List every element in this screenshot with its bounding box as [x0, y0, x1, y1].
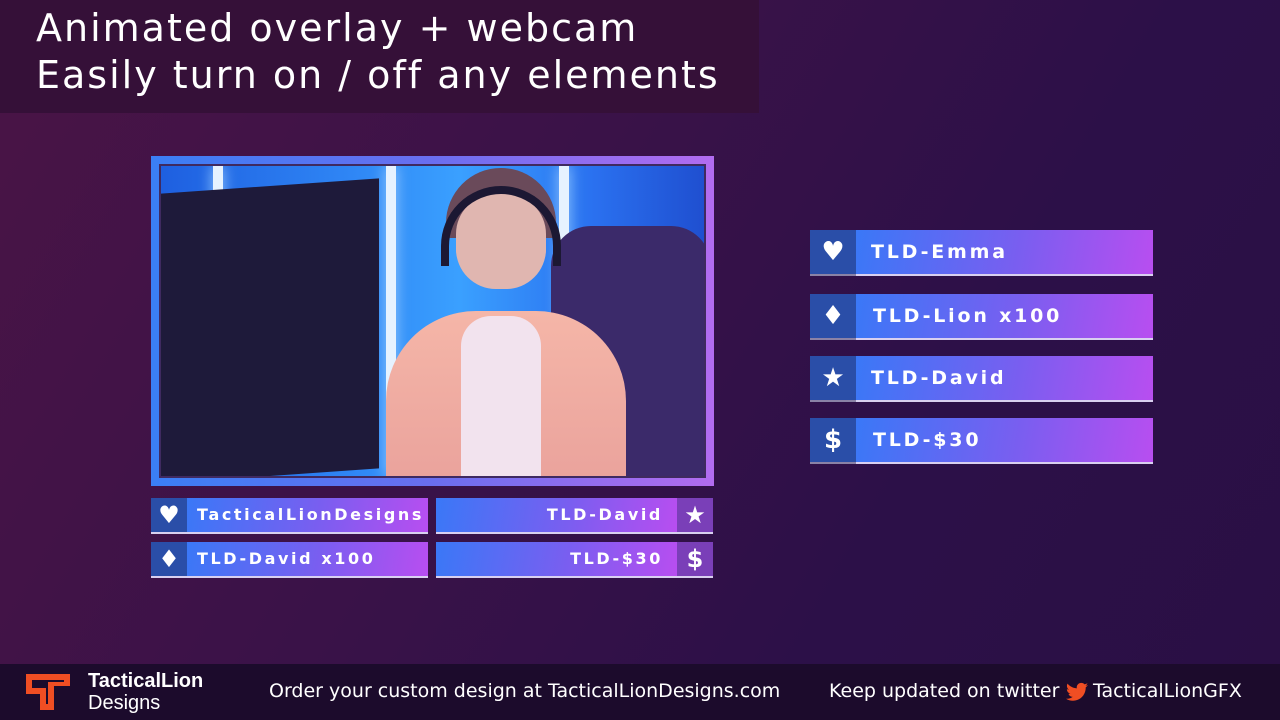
headline-line-2: Easily turn on / off any elements — [36, 53, 720, 97]
headline-banner: Animated overlay + webcam Easily turn on… — [0, 0, 759, 113]
alert-follower: ♥ TLD-Emma — [810, 230, 1153, 276]
alert-subscriber: ★ TLD-David — [810, 356, 1153, 402]
alert-label: TLD-David — [871, 367, 1007, 389]
webcam-frame — [151, 156, 714, 486]
headline-line-1: Animated overlay + webcam — [36, 6, 639, 50]
heart-icon: ♥ — [810, 230, 856, 274]
webcam-border — [159, 164, 706, 478]
alert-underline — [810, 274, 1153, 276]
alert-underline — [810, 338, 1153, 340]
star-icon: ★ — [677, 498, 713, 532]
bar-label: TLD-$30 — [570, 549, 663, 568]
webcam-image — [161, 166, 704, 476]
diamond-icon: ♦ — [151, 542, 187, 576]
bar-underline — [151, 576, 428, 578]
webcam-bar-donation: $ TLD-$30 — [436, 542, 713, 578]
alert-donation: $ TLD-$30 — [810, 418, 1153, 464]
twitter-icon — [1066, 682, 1088, 701]
webcam-bar-follower: ♥ TacticalLionDesigns — [151, 498, 428, 534]
star-icon: ★ — [810, 356, 856, 400]
bar-label: TLD-David — [546, 505, 663, 524]
heart-icon: ♥ — [151, 498, 187, 532]
bar-underline — [436, 532, 713, 534]
dollar-icon: $ — [810, 418, 856, 462]
alert-underline — [810, 462, 1153, 464]
monitor — [161, 178, 379, 476]
bar-underline — [436, 576, 713, 578]
alert-underline — [810, 400, 1153, 402]
dollar-icon: $ — [677, 542, 713, 576]
alert-bits: ♦ TLD-Lion x100 — [810, 294, 1153, 340]
bar-label: TLD-David x100 — [197, 549, 376, 568]
webcam-bar-bits: ♦ TLD-David x100 — [151, 542, 428, 578]
order-link[interactable]: Order your custom design at TacticalLion… — [269, 680, 780, 702]
diamond-icon: ♦ — [810, 294, 856, 338]
brand-name-line-2: Designs — [88, 692, 161, 714]
person-shirt — [461, 316, 541, 476]
twitter-prompt: Keep updated on twitter — [829, 680, 1060, 702]
bar-underline — [151, 532, 428, 534]
alert-label: TLD-$30 — [873, 429, 982, 451]
webcam-bar-subscriber: ★ TLD-David — [436, 498, 713, 534]
alert-label: TLD-Lion x100 — [873, 305, 1063, 327]
twitter-handle-link[interactable]: TacticalLionGFX — [1093, 680, 1242, 702]
alert-label: TLD-Emma — [871, 241, 1008, 263]
tacticallion-logo-icon — [26, 674, 70, 710]
bar-label: TacticalLionDesigns — [197, 505, 425, 524]
brand-name-line-1: TacticalLion — [88, 670, 204, 692]
footer: TacticalLion Designs Order your custom d… — [0, 664, 1280, 720]
